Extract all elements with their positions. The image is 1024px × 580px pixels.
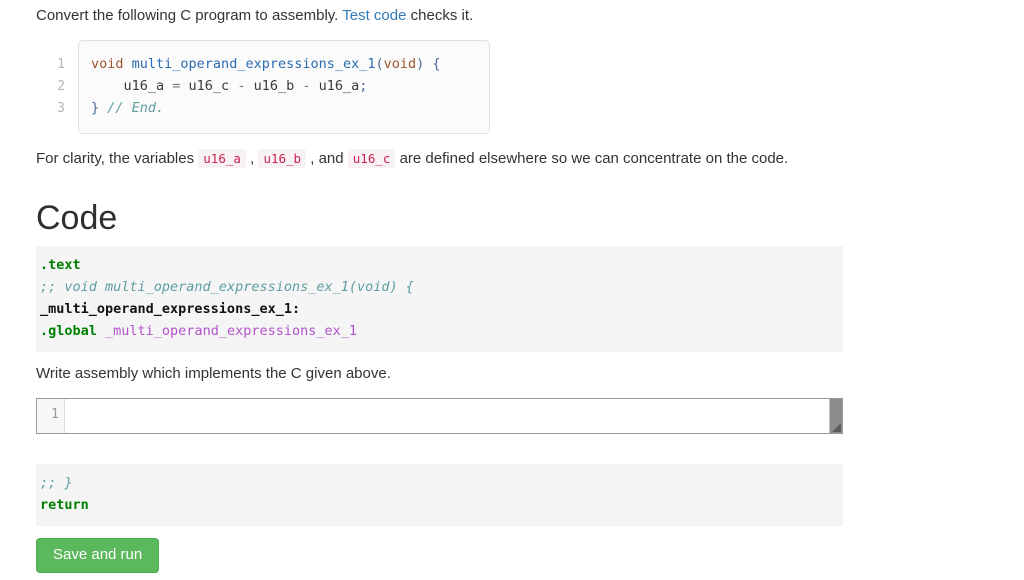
clarity-paragraph: For clarity, the variables u16_a , u16_b… xyxy=(36,146,836,172)
c-token-paren-open: ( xyxy=(375,56,384,72)
asm-comment-closing-brace: ;; } xyxy=(40,475,73,491)
assembly-prefix-block: .text ;; void multi_operand_expressions_… xyxy=(36,246,843,352)
c-token-function-name: multi_operand_expressions_ex_1 xyxy=(131,56,376,72)
c-token-var-a2: u16_a xyxy=(318,78,360,94)
assembly-line: .global _multi_operand_expressions_ex_1 xyxy=(36,320,843,342)
asm-comment-signature: ;; void multi_operand_expressions_ex_1(v… xyxy=(40,279,414,295)
c-code-line-numbers: 1 2 3 xyxy=(44,40,78,120)
line-number: 2 xyxy=(57,79,65,94)
assembly-line: _multi_operand_expressions_ex_1: xyxy=(36,298,843,320)
c-token-comment: // End. xyxy=(99,100,165,116)
editor-resize-handle[interactable] xyxy=(830,421,842,433)
intro-text-after: checks it. xyxy=(406,7,474,24)
clarity-separator-2: , and xyxy=(306,150,348,167)
intro-text-before: Convert the following C program to assem… xyxy=(36,7,343,24)
test-code-link[interactable]: Test code xyxy=(342,7,406,24)
c-token-keyword-void-param: void xyxy=(383,56,417,72)
inline-code-u16-b: u16_b xyxy=(258,149,307,168)
editor-line-numbers: 1 xyxy=(37,399,65,433)
assembly-line: ;; void multi_operand_expressions_ex_1(v… xyxy=(36,276,843,298)
line-number: 1 xyxy=(57,57,65,72)
asm-keyword-return: return xyxy=(40,497,89,513)
assembly-line: return xyxy=(36,494,843,516)
c-token-var-a: u16_a xyxy=(123,78,165,94)
editor-line-number: 1 xyxy=(51,407,59,422)
c-token-keyword: void xyxy=(91,56,124,72)
intro-paragraph: Convert the following C program to assem… xyxy=(36,6,1024,26)
asm-directive-text: .text xyxy=(40,257,81,273)
clarity-text-2: are defined elsewhere so we can concentr… xyxy=(395,150,789,167)
exercise-page: Convert the following C program to assem… xyxy=(0,0,1024,573)
c-token-minus-2: - xyxy=(294,78,319,94)
line-number: 3 xyxy=(57,101,65,116)
assembly-line: ;; } xyxy=(36,472,843,494)
assembly-suffix-block: ;; } return xyxy=(36,464,843,526)
clarity-separator-1: , xyxy=(245,150,259,167)
c-code-content: void multi_operand_expressions_ex_1(void… xyxy=(91,53,475,119)
assembly-code-input[interactable] xyxy=(65,399,829,433)
clarity-text-1: For clarity, the variables xyxy=(36,150,199,167)
c-token-indent xyxy=(91,78,124,94)
asm-symbol-name: _multi_operand_expressions_ex_1 xyxy=(96,323,357,339)
c-token-space xyxy=(124,56,132,72)
c-token-var-b: u16_b xyxy=(253,78,295,94)
assembly-code-editor[interactable]: 1 xyxy=(36,398,843,434)
c-token-assign: = xyxy=(164,78,189,94)
asm-label: _multi_operand_expressions_ex_1: xyxy=(40,301,301,317)
assembly-line: .text xyxy=(36,254,843,276)
inline-code-u16-c: u16_c xyxy=(347,149,396,168)
c-token-brace-close: } xyxy=(91,100,100,116)
page-title-code: Code xyxy=(36,199,118,237)
inline-code-u16-a: u16_a xyxy=(198,149,246,168)
c-token-minus-1: - xyxy=(229,78,254,94)
asm-directive-global: .global xyxy=(40,323,97,339)
c-code-listing: 1 2 3 void multi_operand_expressions_ex_… xyxy=(44,40,1024,134)
c-token-brace-open: { xyxy=(424,56,441,72)
c-code-box: void multi_operand_expressions_ex_1(void… xyxy=(78,40,490,134)
save-and-run-button[interactable]: Save and run xyxy=(36,538,160,573)
instruction-text: Write assembly which implements the C gi… xyxy=(36,365,391,382)
c-token-var-c: u16_c xyxy=(188,78,230,94)
c-token-semicolon: ; xyxy=(359,78,368,94)
